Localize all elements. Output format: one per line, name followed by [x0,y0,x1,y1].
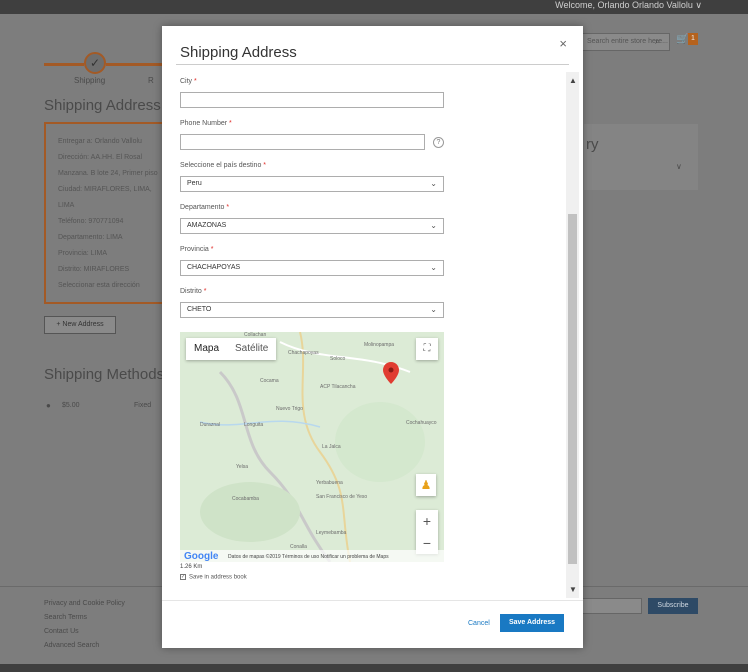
map-place-label: Soloco [330,356,346,362]
modal-footer-divider [162,600,583,601]
footer-link[interactable]: Search Terms [44,614,87,621]
map-place-label: Longuita [244,422,264,428]
scrollbar-thumb[interactable] [568,214,577,564]
address-line: Entregar a: Orlando Vallolu [58,138,142,145]
map-view-button[interactable]: Mapa [186,338,227,360]
selected-address-card[interactable]: Entregar a: Orlando Vallolu Dirección: A… [44,122,164,304]
address-line: Teléfono: 970771094 [58,218,124,225]
district-select[interactable]: CHETO ⌄ [180,302,444,318]
map-attribution[interactable]: Datos de mapas ©2019 Términos de uso Not… [228,554,389,560]
new-address-button[interactable]: + New Address [44,316,116,334]
shipping-method-price: $5.00 [62,402,80,409]
subscribe-button[interactable]: Subscribe [648,598,698,614]
chevron-down-icon: ⌄ [430,305,437,314]
map-place-label: Leymebamba [316,530,347,536]
map-footer: Google Datos de mapas ©2019 Términos de … [180,550,444,562]
chevron-down-icon: ⌄ [430,263,437,272]
summary-heading: ry [586,136,599,153]
address-line: Provincia: LIMA [58,250,108,257]
zoom-in-icon[interactable]: + [416,510,438,532]
modal-scroll-area[interactable]: City * Phone Number * ? Seleccione el pa… [162,70,583,600]
save-address-button[interactable]: Save Address [500,614,564,632]
map-place-label: Molinopampa [364,342,395,348]
google-logo: Google [184,551,219,562]
phone-input[interactable] [180,134,425,150]
address-line: LIMA [58,202,75,209]
bottom-bar [0,664,748,672]
address-line: Dirección: AA.HH. El Rosal [58,154,143,161]
province-label: Provincia * [180,246,214,253]
step-review-label: R [148,76,154,85]
map-place-label: Cocama [260,378,279,384]
map-place-label: Collachan [244,332,267,338]
cart-icon[interactable]: 🛒 [676,34,688,45]
cancel-button[interactable]: Cancel [468,620,490,627]
footer-link[interactable]: Advanced Search [44,642,99,649]
search-icon[interactable]: ⌕ [655,36,660,47]
fullscreen-icon[interactable]: ⛶ [416,338,438,360]
progress-line-left [44,63,84,66]
map-marker-icon [383,362,399,384]
map-place-label: Chachapoyas [288,350,319,356]
map-place-label: Cochahuayco [406,420,437,426]
scroll-down-arrow-icon[interactable]: ▼ [569,585,577,594]
map-place-label: La Jalca [322,444,341,450]
help-icon[interactable]: ? [433,137,444,148]
map-terrain [199,332,425,562]
title-divider [176,64,569,65]
department-label: Departamento * [180,204,230,211]
phone-label: Phone Number * [180,120,232,127]
map-scale: 1.26 Km [180,564,203,570]
shipping-address-heading: Shipping Address [44,97,161,114]
close-icon[interactable]: × [559,36,567,51]
map-place-label: San Francisco de Yeso [316,494,368,500]
district-label: Distrito * [180,288,207,295]
map-type-control: Mapa Satélite [186,338,277,360]
map-place-label: Duraznal [200,422,221,428]
select-address-link[interactable]: Seleccionar esta dirección [58,278,162,294]
province-select[interactable]: CHACHAPOYAS ⌄ [180,260,444,276]
city-label: City * [180,78,197,85]
checkbox-checked-icon[interactable]: ✓ [180,574,186,580]
zoom-control: + − [416,510,438,554]
street-view-pegman-icon[interactable]: ♟ [416,474,436,496]
chevron-down-icon: ⌄ [430,179,437,188]
country-select[interactable]: Peru ⌄ [180,176,444,192]
shipping-methods-heading: Shipping Methods [44,366,165,383]
shipping-address-modal: Shipping Address × City * Phone Number *… [162,26,583,648]
chevron-down-icon: ⌄ [430,221,437,230]
address-line: Distrito: MIRAFLORES [58,266,130,273]
footer-link[interactable]: Contact Us [44,628,79,635]
address-line: Ciudad: MIRAFLORES, LIMA, [58,186,152,193]
newsletter-email-input[interactable] [582,598,642,614]
location-map[interactable]: Mapa Satélite ⛶ Collachan Chachapoyas So… [180,332,444,562]
map-place-label: Cocabamba [232,496,259,502]
footer-link[interactable]: Privacy and Cookie Policy [44,600,125,607]
shipping-method-name: Fixed [134,402,152,409]
order-summary-panel: ry ∨ [584,124,698,190]
address-line: Manzana. B lote 24, Primer piso [58,170,158,177]
shipping-method-radio[interactable]: ● [46,401,51,410]
welcome-text[interactable]: Welcome, Orlando Orlando Vallolu ∨ [555,0,702,10]
step-shipping-label: Shipping [74,76,106,85]
chevron-down-icon[interactable]: ∨ [676,162,682,171]
map-place-label: Yerbabuena [316,480,343,486]
modal-title: Shipping Address [180,44,297,61]
satellite-view-button[interactable]: Satélite [227,338,276,360]
cart-count-badge: 1 [688,33,698,45]
country-label: Seleccione el país destino * [180,162,267,169]
step-complete-check-icon: ✓ [84,52,106,74]
map-place-label: Yelsa [236,464,249,470]
top-bar: Welcome, Orlando Orlando Vallolu ∨ [0,0,748,14]
save-in-address-book[interactable]: ✓ Save in address book [180,574,247,581]
department-select[interactable]: AMAZONAS ⌄ [180,218,444,234]
map-place-label: Nuevo Trigo [276,406,303,412]
modal-scrollbar[interactable]: ▲ ▼ [566,72,579,598]
map-place-label: ACP Tilacancha [320,384,356,390]
progress-line-right [106,63,162,66]
city-input[interactable] [180,92,444,108]
scroll-up-arrow-icon[interactable]: ▲ [569,76,577,85]
address-line: Departamento: LIMA [58,234,123,241]
